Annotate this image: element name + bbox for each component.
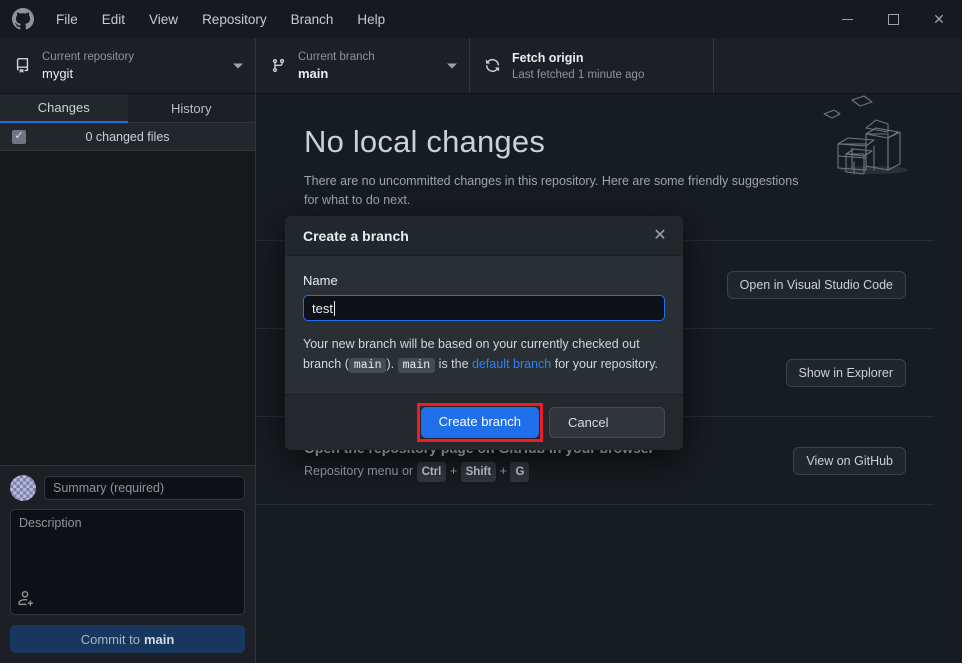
fetch-origin-button[interactable]: Fetch origin Last fetched 1 minute ago bbox=[470, 38, 714, 93]
branch-icon bbox=[268, 58, 288, 73]
minimize-button[interactable] bbox=[824, 0, 870, 38]
commit-button[interactable]: Commit to main bbox=[10, 625, 245, 653]
menu-item-repository[interactable]: Repository bbox=[190, 8, 279, 31]
current-repository-selector[interactable]: Current repository mygit bbox=[0, 38, 256, 93]
branch-name-value: test bbox=[312, 300, 333, 316]
commit-description-placeholder: Description bbox=[19, 516, 82, 530]
repo-icon bbox=[12, 58, 32, 73]
note-part-3: is the bbox=[435, 357, 473, 371]
close-icon[interactable]: ✕ bbox=[651, 227, 669, 244]
dialog-note: Your new branch will be based on your cu… bbox=[303, 334, 665, 376]
main-panel: No local changes There are no uncommitte… bbox=[256, 94, 962, 663]
add-coauthor-icon[interactable] bbox=[18, 591, 34, 609]
menu-item-edit[interactable]: Edit bbox=[90, 8, 137, 31]
menu-item-file[interactable]: File bbox=[44, 8, 90, 31]
create-branch-dialog: Create a branch ✕ Name test Your new bra… bbox=[285, 216, 683, 450]
note-part-4: for your repository. bbox=[551, 357, 659, 371]
current-branch-label: Current branch bbox=[298, 50, 375, 63]
menu-bar: File Edit View Repository Branch Help bbox=[44, 8, 397, 31]
title-bar: File Edit View Repository Branch Help ✕ bbox=[0, 0, 962, 38]
commit-button-branch: main bbox=[143, 631, 175, 647]
commit-summary-input[interactable]: Summary (required) bbox=[44, 476, 245, 500]
commit-button-prefix: Commit to bbox=[80, 631, 140, 647]
changed-files-count: 0 changed files bbox=[85, 129, 170, 144]
close-button[interactable]: ✕ bbox=[916, 0, 962, 38]
dialog-title: Create a branch bbox=[303, 227, 409, 244]
tab-changes[interactable]: Changes bbox=[0, 94, 128, 123]
commit-summary-row: Summary (required) bbox=[10, 475, 245, 501]
branch-name-label: Name bbox=[303, 273, 338, 288]
branch-name-input[interactable]: test bbox=[303, 295, 665, 321]
sidebar-tabs: Changes History bbox=[0, 94, 255, 123]
avatar bbox=[10, 475, 36, 501]
dialog-footer: Create branch Cancel bbox=[285, 394, 683, 450]
text-caret bbox=[333, 300, 335, 316]
commit-area: Summary (required) Description Commit to… bbox=[0, 465, 255, 663]
cancel-button[interactable]: Cancel bbox=[549, 407, 665, 438]
tab-history[interactable]: History bbox=[127, 94, 255, 123]
changed-files-list bbox=[0, 151, 255, 465]
menu-item-help[interactable]: Help bbox=[345, 8, 397, 31]
window-controls: ✕ bbox=[824, 0, 962, 38]
fetch-origin-label: Fetch origin bbox=[512, 50, 584, 65]
commit-description-input[interactable]: Description bbox=[10, 509, 245, 615]
dialog-header: Create a branch ✕ bbox=[285, 216, 683, 256]
note-part-2: ). bbox=[386, 357, 398, 371]
chevron-down-icon bbox=[447, 63, 457, 68]
sidebar: Changes History ✓ 0 changed files Summar… bbox=[0, 94, 256, 663]
fetch-origin-status: Last fetched 1 minute ago bbox=[512, 68, 645, 81]
current-branch-value: main bbox=[298, 65, 329, 81]
toolbar: Current repository mygit Current branch … bbox=[0, 38, 962, 94]
current-branch-selector[interactable]: Current branch main bbox=[256, 38, 470, 93]
menu-item-view[interactable]: View bbox=[137, 8, 190, 31]
dialog-body: Name test Your new branch will be based … bbox=[285, 256, 683, 394]
github-desktop-window: File Edit View Repository Branch Help ✕ … bbox=[0, 0, 962, 663]
maximize-button[interactable] bbox=[870, 0, 916, 38]
branch-chip-2: main bbox=[397, 358, 436, 373]
menu-item-branch[interactable]: Branch bbox=[279, 8, 346, 31]
github-mark-icon bbox=[12, 8, 34, 30]
current-repository-label: Current repository bbox=[42, 50, 135, 63]
chevron-down-icon bbox=[233, 63, 243, 68]
current-repository-value: mygit bbox=[42, 65, 74, 81]
branch-chip-1: main bbox=[348, 358, 387, 373]
changed-files-header: ✓ 0 changed files bbox=[0, 123, 255, 151]
sync-icon bbox=[482, 58, 502, 73]
create-branch-button[interactable]: Create branch bbox=[420, 407, 539, 438]
app-body: Changes History ✓ 0 changed files Summar… bbox=[0, 94, 962, 663]
dialog-overlay: Create a branch ✕ Name test Your new bra… bbox=[256, 94, 962, 663]
default-branch-link[interactable]: default branch bbox=[472, 357, 551, 371]
